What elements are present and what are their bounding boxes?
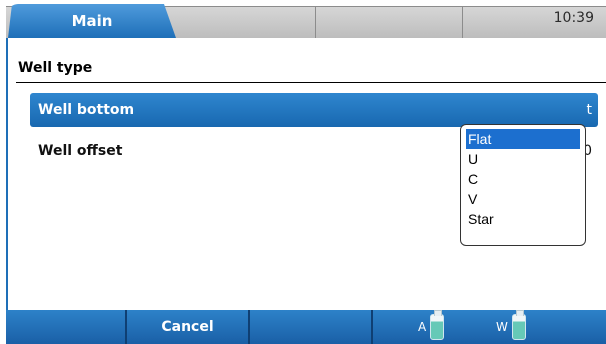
well-offset-label: Well offset	[38, 143, 123, 159]
tab-main[interactable]: Main	[8, 4, 176, 38]
reservoir-a-label: A	[418, 320, 427, 334]
softkey-1[interactable]	[6, 310, 126, 344]
reservoir-w: W	[496, 310, 526, 344]
section-title: Well type	[18, 60, 93, 76]
softkey-3[interactable]	[250, 310, 370, 344]
well-bottom-value: t	[586, 102, 593, 118]
well-bottom-dropdown[interactable]: Flat U C V Star	[460, 124, 586, 246]
tab-3[interactable]	[316, 6, 462, 38]
tab-divider	[462, 6, 463, 38]
option-flat[interactable]: Flat	[466, 129, 580, 149]
cancel-label: Cancel	[161, 319, 214, 335]
option-c[interactable]: C	[466, 169, 580, 189]
softkey-divider	[371, 310, 373, 344]
bottle-icon	[511, 310, 526, 340]
main-panel: Well type Well bottom t Well offset 0 Fl…	[6, 38, 606, 310]
reservoir-a: A	[418, 310, 445, 344]
option-u[interactable]: U	[466, 149, 580, 169]
bottom-bar: Cancel A W	[6, 310, 606, 344]
tab-main-label: Main	[71, 12, 113, 30]
tab-bar: Main 10:39	[0, 0, 606, 38]
option-v[interactable]: V	[466, 189, 580, 209]
tab-2[interactable]	[176, 6, 315, 38]
reservoir-w-label: W	[496, 320, 508, 334]
bottle-icon	[430, 310, 445, 340]
well-bottom-label: Well bottom	[38, 102, 135, 118]
clock: 10:39	[553, 10, 594, 26]
option-star[interactable]: Star	[466, 209, 580, 229]
cancel-button[interactable]: Cancel	[127, 310, 248, 344]
section-divider	[16, 82, 606, 83]
well-bottom-row[interactable]: Well bottom t	[30, 93, 598, 127]
